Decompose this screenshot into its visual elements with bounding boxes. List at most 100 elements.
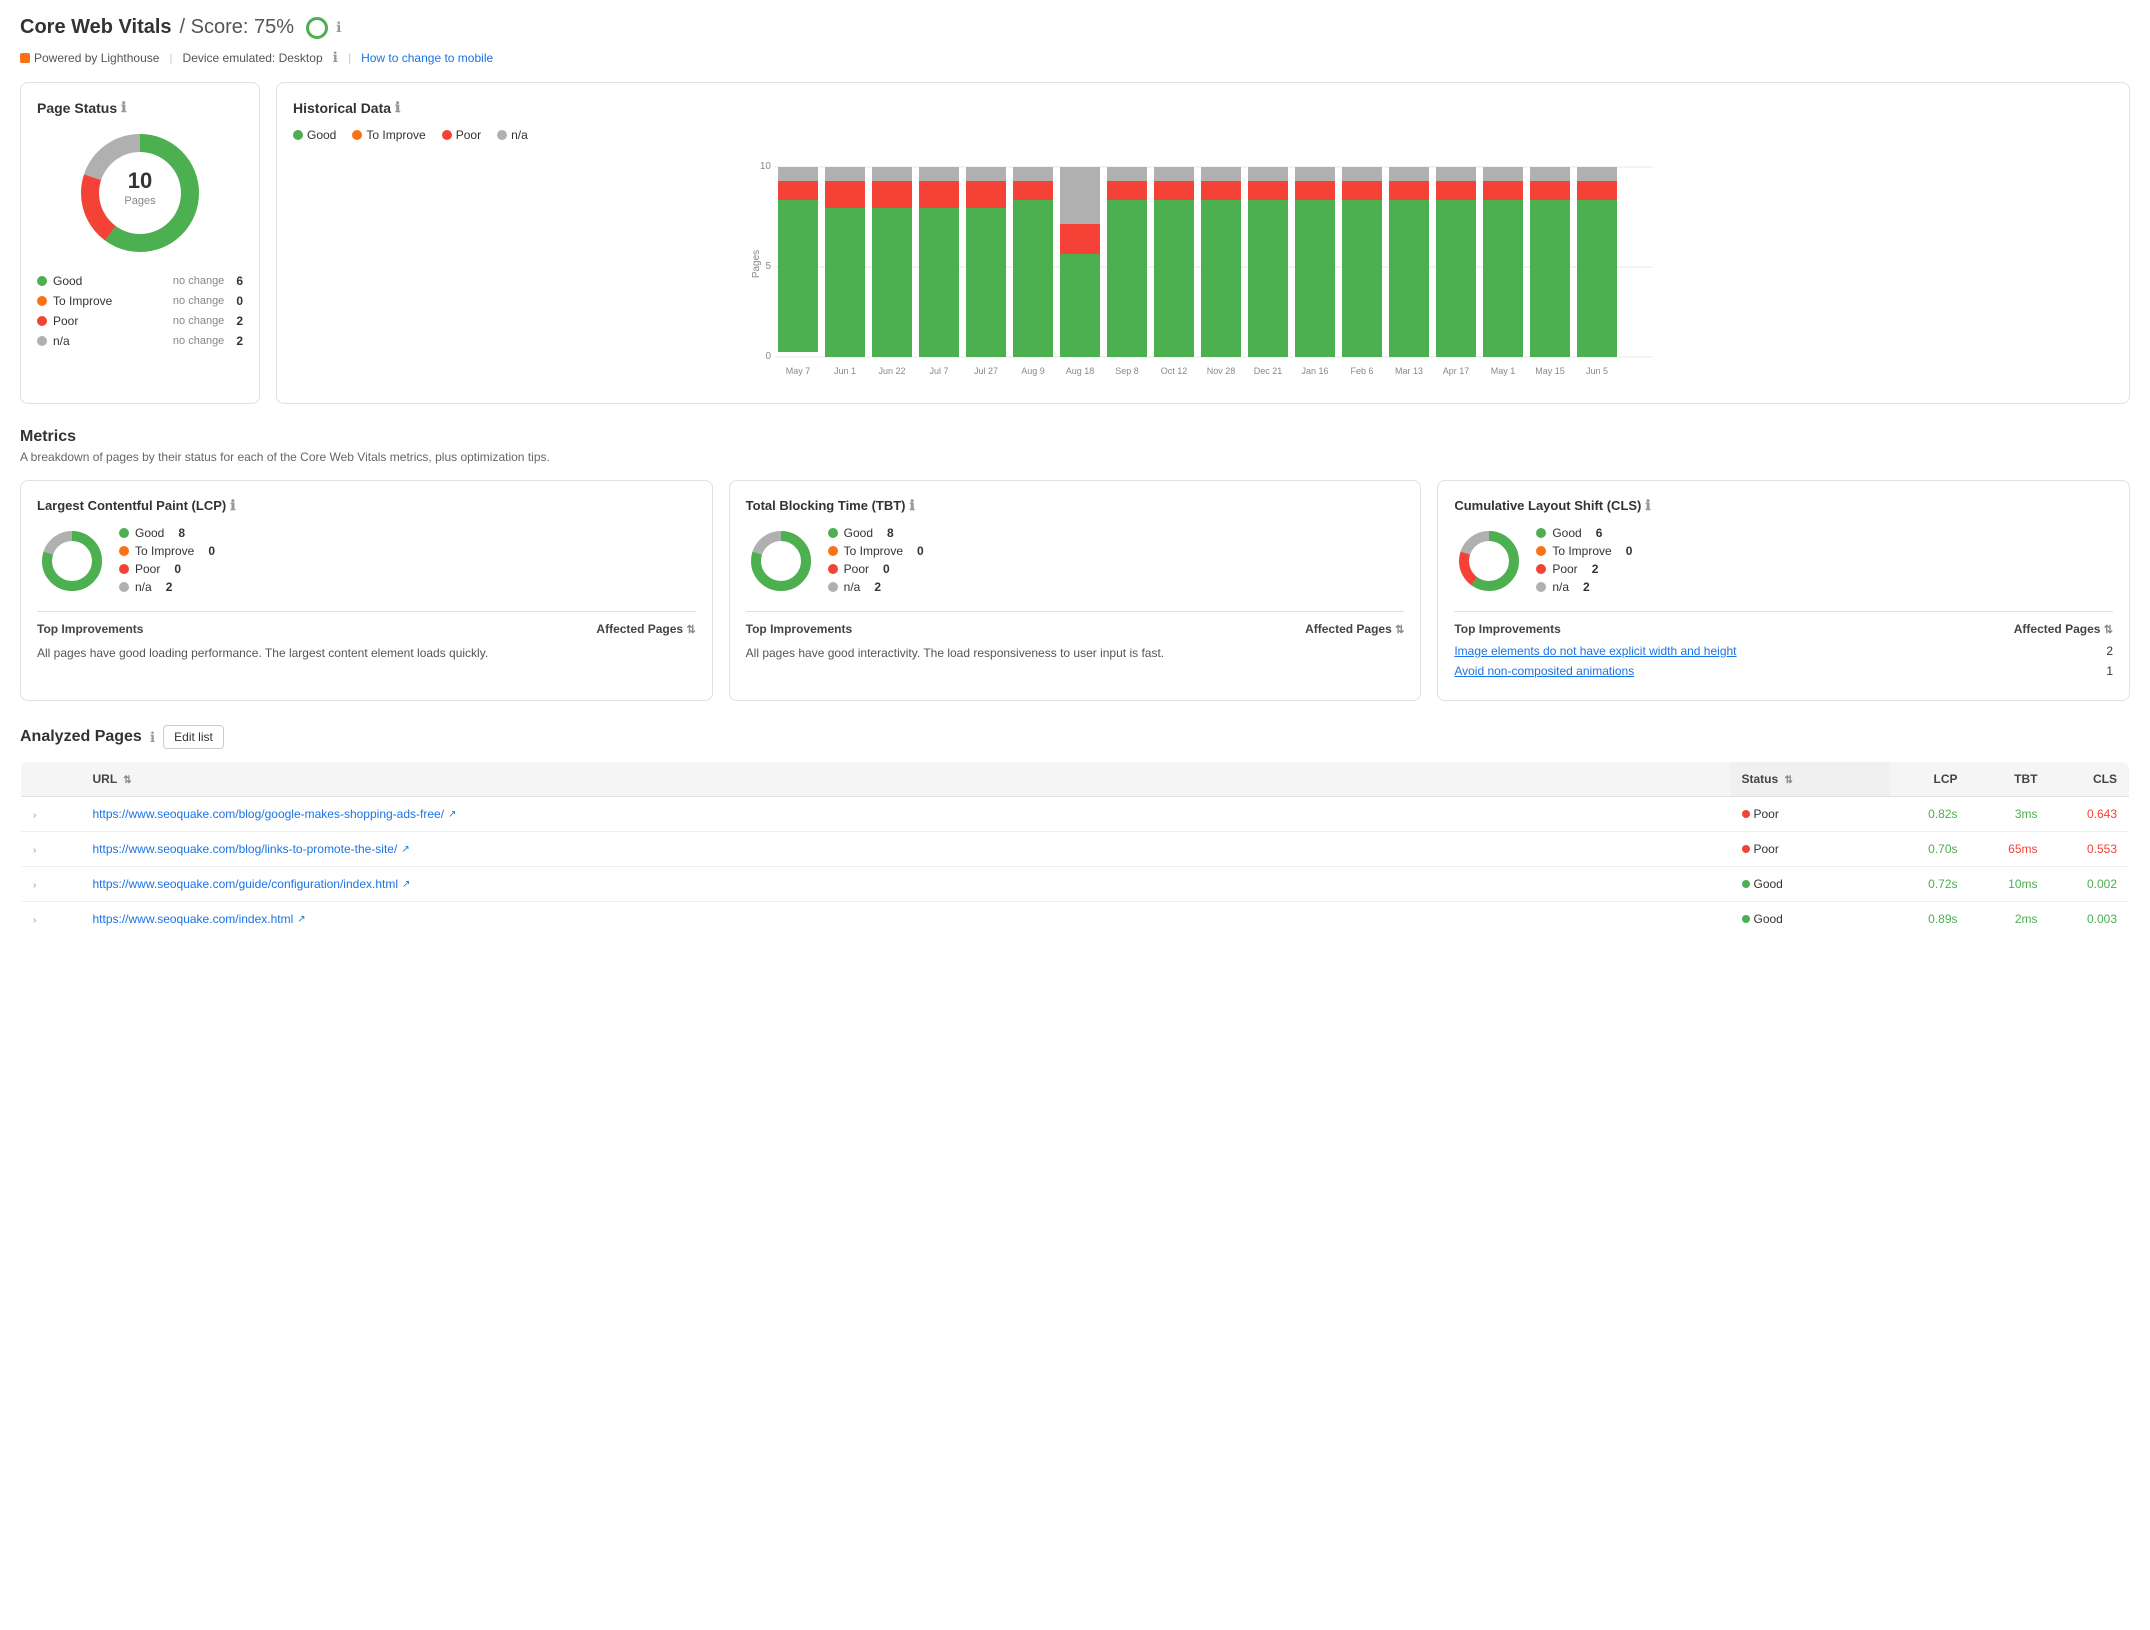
row-cls-1: 0.643 [2050, 797, 2130, 832]
url-link-1[interactable]: https://www.seoquake.com/blog/google-mak… [93, 807, 1718, 821]
cls-toimprove-dot [1536, 546, 1546, 556]
analyzed-info-icon[interactable]: ℹ [150, 729, 155, 746]
donut-chart-container: 10 Pages [37, 128, 243, 258]
chart-bars [778, 167, 1617, 357]
hist-na-dot [497, 130, 507, 140]
table-row: › https://www.seoquake.com/blog/links-to… [21, 832, 2130, 867]
svg-text:Jul 27: Jul 27 [974, 366, 998, 376]
analyzed-title: Analyzed Pages [20, 728, 142, 746]
tbt-donut [746, 526, 816, 599]
metrics-grid: Largest Contentful Paint (LCP) ℹ [20, 480, 2130, 701]
cls-card: Cumulative Layout Shift (CLS) ℹ [1437, 480, 2130, 701]
lighthouse-icon [20, 53, 30, 63]
row-tbt-4: 2ms [1970, 902, 2050, 937]
url-link-2[interactable]: https://www.seoquake.com/blog/links-to-p… [93, 842, 1718, 856]
donut-chart: 10 Pages [75, 128, 205, 258]
svg-text:5: 5 [765, 261, 771, 272]
svg-text:Nov 28: Nov 28 [1207, 366, 1236, 376]
legend-item-na: n/a no change 2 [37, 334, 243, 348]
tbt-title: Total Blocking Time (TBT) ℹ [746, 497, 1405, 514]
cls-title: Cumulative Layout Shift (CLS) ℹ [1454, 497, 2113, 514]
edit-list-button[interactable]: Edit list [163, 725, 224, 749]
url-link-3[interactable]: https://www.seoquake.com/guide/configura… [93, 877, 1718, 891]
lcp-improvements-header: Top Improvements Affected Pages ⇅ [37, 622, 696, 636]
lcp-legend: Good 8 To Improve 0 Poor 0 [119, 526, 215, 598]
metrics-subtitle: A breakdown of pages by their status for… [20, 450, 2130, 464]
tbt-info-icon[interactable]: ℹ [910, 497, 915, 514]
table-header-row: URL ⇅ Status ⇅ LCP TBT CLS [21, 762, 2130, 797]
hist-poor-dot [442, 130, 452, 140]
status-sort-icon[interactable]: ⇅ [1785, 775, 1793, 786]
row-status-4: Good [1730, 902, 1890, 937]
svg-text:Aug 18: Aug 18 [1066, 366, 1095, 376]
lcp-toimprove-dot [119, 546, 129, 556]
tbt-good-dot [828, 528, 838, 538]
header-info-icon[interactable]: ℹ [336, 19, 341, 36]
page-status-info-icon[interactable]: ℹ [121, 99, 126, 116]
row-expand-3[interactable]: › [21, 867, 81, 902]
lcp-info-icon[interactable]: ℹ [230, 497, 235, 514]
tbt-filter-icon[interactable]: ⇅ [1395, 624, 1404, 636]
toimprove-dot [37, 296, 47, 306]
poor-dot [37, 316, 47, 326]
historical-info-icon[interactable]: ℹ [395, 99, 400, 116]
lcp-inner: Good 8 To Improve 0 Poor 0 [37, 526, 696, 599]
lcp-card: Largest Contentful Paint (LCP) ℹ [20, 480, 713, 701]
row-cls-3: 0.002 [2050, 867, 2130, 902]
lcp-improvements-text: All pages have good loading performance.… [37, 644, 696, 662]
cls-good-dot [1536, 528, 1546, 538]
svg-text:Mar 13: Mar 13 [1395, 366, 1423, 376]
status-dot-4 [1742, 915, 1750, 923]
tbt-inner: Good 8 To Improve 0 Poor 0 [746, 526, 1405, 599]
svg-text:10: 10 [128, 168, 152, 193]
row-cls-2: 0.553 [2050, 832, 2130, 867]
metrics-section: Metrics A breakdown of pages by their st… [20, 428, 2130, 701]
ext-link-icon-2: ↗ [401, 844, 409, 855]
row-tbt-2: 65ms [1970, 832, 2050, 867]
tbt-toimprove-dot [828, 546, 838, 556]
svg-text:Jan 16: Jan 16 [1301, 366, 1328, 376]
svg-text:Jun 22: Jun 22 [878, 366, 905, 376]
cls-improvement-1: Image elements do not have explicit widt… [1454, 644, 2113, 658]
url-sort-icon[interactable]: ⇅ [123, 775, 131, 786]
tbt-poor-dot [828, 564, 838, 574]
cls-improvements: Top Improvements Affected Pages ⇅ Image … [1454, 611, 2113, 678]
ext-link-icon-4: ↗ [297, 914, 305, 925]
cls-improvement-link-1[interactable]: Image elements do not have explicit widt… [1454, 644, 1736, 658]
cls-improvement-link-2[interactable]: Avoid non-composited animations [1454, 664, 1634, 678]
legend-item-toimprove: To Improve no change 0 [37, 294, 243, 308]
row-expand-4[interactable]: › [21, 902, 81, 937]
col-expand [21, 762, 81, 797]
cls-improvement-2: Avoid non-composited animations 1 [1454, 664, 2113, 678]
cls-filter-icon[interactable]: ⇅ [2104, 624, 2113, 636]
lcp-donut [37, 526, 107, 599]
row-url-3: https://www.seoquake.com/guide/configura… [81, 867, 1730, 902]
lcp-filter-icon[interactable]: ⇅ [686, 624, 695, 636]
cls-legend: Good 6 To Improve 0 Poor 2 [1536, 526, 1632, 598]
na-dot [37, 336, 47, 346]
lcp-improvements: Top Improvements Affected Pages ⇅ All pa… [37, 611, 696, 662]
lcp-good-dot [119, 528, 129, 538]
hist-legend: Good To Improve Poor n/a [293, 128, 2113, 142]
legend-item-poor: Poor no change 2 [37, 314, 243, 328]
row-expand-2[interactable]: › [21, 832, 81, 867]
svg-text:Pages: Pages [751, 250, 762, 278]
tbt-improvements-header: Top Improvements Affected Pages ⇅ [746, 622, 1405, 636]
col-cls: CLS [2050, 762, 2130, 797]
top-section: Page Status ℹ 10 Pages [20, 82, 2130, 404]
tbt-card: Total Blocking Time (TBT) ℹ Good 8 [729, 480, 1422, 701]
cls-info-icon[interactable]: ℹ [1645, 497, 1650, 514]
row-expand-1[interactable]: › [21, 797, 81, 832]
mobile-link[interactable]: How to change to mobile [361, 51, 493, 65]
hist-legend-na: n/a [497, 128, 528, 142]
svg-text:Apr 17: Apr 17 [1443, 366, 1470, 376]
url-link-4[interactable]: https://www.seoquake.com/index.html ↗ [93, 912, 1718, 926]
svg-text:Aug 9: Aug 9 [1021, 366, 1045, 376]
row-url-2: https://www.seoquake.com/blog/links-to-p… [81, 832, 1730, 867]
hist-legend-toimprove: To Improve [352, 128, 425, 142]
tbt-improvements: Top Improvements Affected Pages ⇅ All pa… [746, 611, 1405, 662]
device-info-icon[interactable]: ℹ [333, 49, 338, 66]
device-label: Device emulated: Desktop [183, 51, 323, 65]
hist-good-dot [293, 130, 303, 140]
row-status-3: Good [1730, 867, 1890, 902]
